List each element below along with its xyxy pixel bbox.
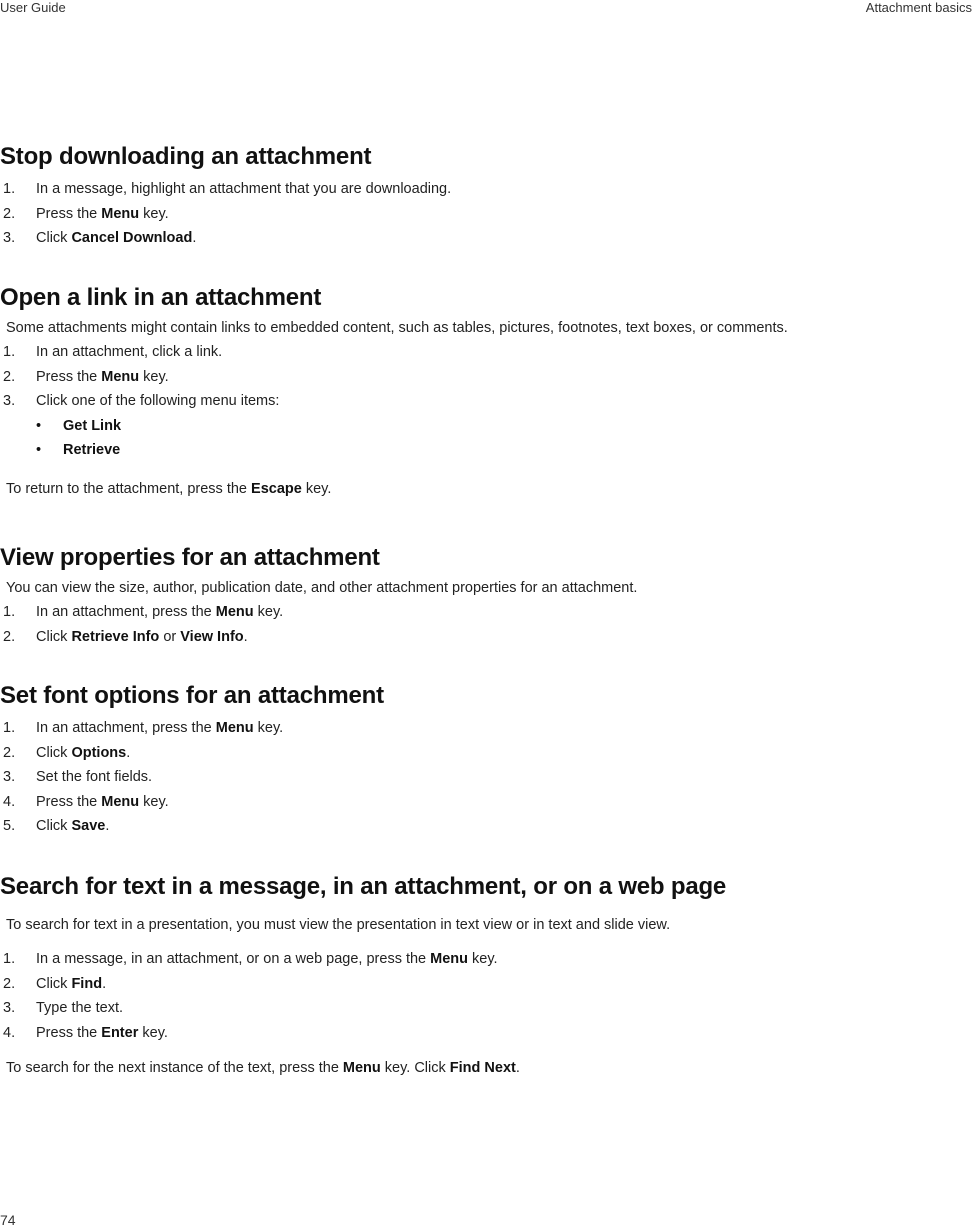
step: 2. Press the Menu key. [3, 368, 169, 385]
section-view-properties: View properties for an attachment You ca… [0, 544, 974, 649]
steps-list: 1. In an attachment, click a link. 2. Pres… [0, 340, 974, 414]
step: 2. Click Retrieve Info or View Info. [3, 628, 248, 645]
section-title: View properties for an attachment [0, 544, 380, 571]
step: 3. Set the font fields. [3, 769, 153, 785]
step: 4. Press the Enter key. [3, 1024, 168, 1041]
bullet-item: • Get Link [0, 414, 974, 438]
bullet-item: • Retrieve [0, 438, 974, 462]
section-stop-downloading: Stop downloading an attachment 1. In a me… [0, 143, 974, 251]
step: 3. Type the text. [3, 1000, 124, 1016]
step: 2. Click Find. [3, 975, 107, 992]
step: 1. In an attachment, press the Menu key. [3, 720, 284, 736]
steps-list: 1. In a message, highlight an attachment … [0, 177, 974, 251]
section-note: To return to the attachment, press the E… [6, 480, 332, 497]
step: 3. Click Cancel Download. [3, 230, 197, 246]
section-note: To search for the next instance of the t… [6, 1060, 520, 1076]
section-intro: You can view the size, author, publicati… [6, 580, 638, 596]
step: 1. In a message, in an attachment, or on … [3, 951, 498, 967]
step: 5. Click Save. [3, 818, 110, 834]
section-title: Open a link in an attachment [0, 284, 322, 311]
section-title: Stop downloading an attachment [0, 143, 372, 170]
steps-list: 1. In an attachment, press the Menu key. … [0, 716, 974, 839]
steps-list: 1. In an attachment, press the Menu key. … [0, 600, 974, 649]
bullet-icon: • [36, 441, 42, 458]
step: 4. Press the Menu key. [3, 793, 169, 810]
section-title: Search for text in a message, in an atta… [0, 873, 727, 900]
bullet-icon: • [36, 417, 42, 434]
running-header-left: User Guide [0, 0, 66, 15]
section-font-options: Set font options for an attachment 1. In … [0, 682, 974, 839]
step: 3. Click one of the following menu items: [3, 393, 280, 409]
step: 2. Click Options. [3, 744, 131, 761]
section-title: Set font options for an attachment [0, 682, 384, 709]
section-open-link: Open a link in an attachment Some attach… [0, 284, 974, 501]
section-intro: Some attachments might contain links to … [6, 320, 788, 336]
steps-list: 1. In a message, in an attachment, or on … [0, 947, 974, 1045]
section-intro: To search for text in a presentation, yo… [6, 917, 671, 933]
step: 1. In an attachment, press the Menu key. [3, 604, 284, 620]
step: 2. Press the Menu key. [3, 205, 169, 222]
menu-items-list: • Get Link • Retrieve [0, 414, 974, 462]
step: 1. In an attachment, click a link. [3, 344, 223, 360]
page-number: 74 [0, 1212, 16, 1228]
running-header-right: Attachment basics [865, 0, 972, 15]
step: 1. In a message, highlight an attachment … [3, 181, 452, 197]
section-search-text: Search for text in a message, in an atta… [0, 873, 974, 1080]
